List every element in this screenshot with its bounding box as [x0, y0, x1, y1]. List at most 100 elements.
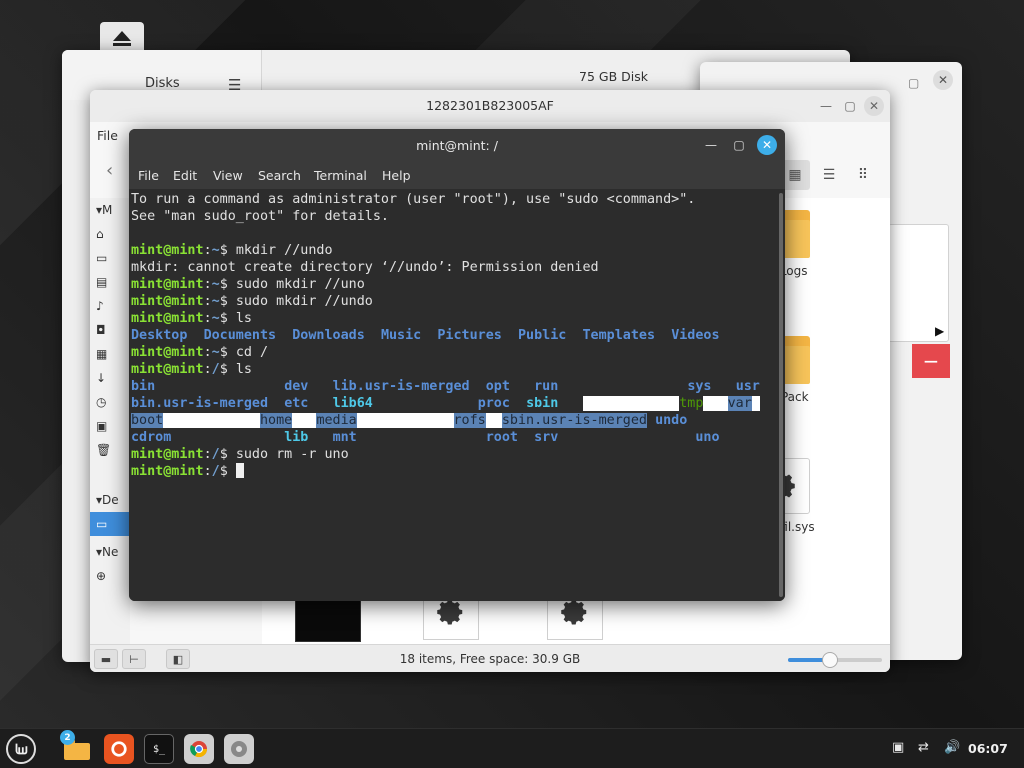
- ls-entry: Pictures: [437, 328, 502, 343]
- terminal-line-root-ls-2: bin.usr-is-merged etc lib64 proc sbin tm…: [131, 395, 777, 412]
- ls-entry: uno: [695, 430, 720, 445]
- recent-icon[interactable]: ◷: [90, 390, 130, 414]
- taskbar: $_ ▣ ⇄ 🔊 06:07: [0, 728, 1024, 768]
- pictures-icon[interactable]: ◘: [90, 318, 130, 342]
- terminal-line-root-ls-4: cdrom lib mnt root srv uno: [131, 429, 777, 446]
- ls-entry: lib.usr-is-merged: [332, 379, 470, 394]
- ls-entry: dev: [284, 379, 309, 394]
- terminal-title: mint@mint: /: [416, 138, 498, 153]
- terminal-line: mint@mint:/$ sudo rm -r uno: [131, 447, 349, 462]
- ls-entry: srv: [534, 430, 559, 445]
- menu-search[interactable]: Search: [258, 168, 301, 183]
- ls-entry: bin.usr-is-merged: [131, 396, 269, 411]
- terminal-line: See "man sudo_root" for details.: [131, 209, 389, 224]
- ls-entry: Videos: [671, 328, 720, 343]
- menu-file[interactable]: File: [138, 168, 159, 183]
- compact-view-icon[interactable]: ⠿: [848, 160, 878, 190]
- terminal-line: mint@mint:~$ ls: [131, 311, 252, 326]
- disks-main-title: 75 GB Disk: [579, 69, 648, 84]
- ls-entry: tmp: [679, 396, 704, 411]
- prompt-user: mint@mint: [131, 311, 204, 326]
- ls-entry: Music: [380, 328, 422, 343]
- mint-menu-icon[interactable]: [6, 734, 36, 764]
- minimize-icon[interactable]: ▢: [908, 76, 919, 90]
- ls-entry: Public: [518, 328, 567, 343]
- terminal-output[interactable]: To run a command as administrator (user …: [129, 189, 777, 601]
- maximize-icon[interactable]: ▢: [840, 96, 860, 116]
- close-icon[interactable]: ✕: [864, 96, 884, 116]
- prompt-user: mint@mint: [131, 277, 204, 292]
- downloads-icon[interactable]: ↓: [90, 366, 130, 390]
- music-icon[interactable]: ♪: [90, 294, 130, 318]
- remove-button[interactable]: −: [912, 344, 950, 378]
- sidebar-section-devices[interactable]: ▾ De: [90, 488, 130, 512]
- ls-entry: lib64: [332, 396, 373, 411]
- terminal-line: mint@mint:~$ sudo mkdir //uno: [131, 277, 365, 292]
- terminal-titlebar: mint@mint: / — ▢ ✕: [129, 129, 785, 161]
- minimize-icon[interactable]: —: [701, 135, 721, 155]
- ls-entry: home: [260, 413, 293, 428]
- chrome-icon[interactable]: [184, 734, 214, 764]
- back-arrow-icon[interactable]: ‹: [106, 160, 113, 181]
- command-text: cd /: [235, 345, 269, 360]
- desktop-icon[interactable]: ▭: [90, 246, 130, 270]
- ls-entry: run: [534, 379, 559, 394]
- menu-edit[interactable]: Edit: [173, 168, 197, 183]
- trash-icon[interactable]: 🗑: [90, 438, 130, 462]
- clock[interactable]: 06:07: [968, 741, 1008, 756]
- menu-view[interactable]: View: [213, 168, 243, 183]
- ls-entry: undo: [655, 413, 688, 428]
- status-text: 18 items, Free space: 30.9 GB: [399, 652, 581, 666]
- menu-terminal[interactable]: Terminal: [314, 168, 367, 183]
- ls-entry: sbin.usr-is-merged: [501, 413, 647, 428]
- terminal-line: mint@mint:/$ ls: [131, 362, 252, 377]
- zoom-slider[interactable]: [788, 652, 882, 668]
- terminal-line: mint@mint:~$ cd /: [131, 345, 269, 360]
- home-icon[interactable]: ⌂: [90, 222, 130, 246]
- prompt-user: mint@mint: [131, 243, 204, 258]
- close-icon[interactable]: ✕: [933, 70, 953, 90]
- volume-icon[interactable]: 🔊: [944, 740, 960, 755]
- ls-entry: cdrom: [131, 430, 172, 445]
- ls-entry: usr: [735, 379, 760, 394]
- menu-help[interactable]: Help: [382, 168, 411, 183]
- ls-entry: rofs: [453, 413, 486, 428]
- file-manager-title: 1282301B823005AF: [426, 98, 554, 113]
- sidebar-section-label: De: [102, 493, 119, 507]
- minimize-icon[interactable]: —: [816, 96, 836, 116]
- network-icon[interactable]: ⊕: [90, 564, 130, 588]
- terminal-app-icon[interactable]: $_: [144, 734, 174, 764]
- ls-entry: media: [316, 413, 357, 428]
- terminal-scrollbar[interactable]: [777, 189, 785, 601]
- command-text: ls: [235, 362, 252, 377]
- play-arrow-icon[interactable]: ▶: [935, 324, 944, 338]
- terminal-line-root-ls-3: boot home media rofs sbin.usr-is-merged …: [131, 412, 777, 429]
- network-icon[interactable]: ⇄: [918, 740, 929, 755]
- documents-icon[interactable]: ▤: [90, 270, 130, 294]
- filesystem-icon[interactable]: ▣: [90, 414, 130, 438]
- clipboard-icon[interactable]: ▣: [892, 740, 904, 755]
- command-text: sudo mkdir //uno: [235, 277, 365, 292]
- sidebar-item-device-selected[interactable]: ▭: [90, 512, 130, 536]
- sidebar-section-my-computer[interactable]: ▾ M: [90, 198, 130, 222]
- command-text: mkdir //undo: [235, 243, 333, 258]
- ls-entry: Desktop: [131, 328, 188, 343]
- sidebar-section-network[interactable]: ▾ Ne: [90, 540, 130, 564]
- view-toggle-group: ▦ ☰ ⠿: [780, 160, 880, 190]
- disks-app-icon[interactable]: [224, 734, 254, 764]
- maximize-icon[interactable]: ▢: [729, 135, 749, 155]
- close-icon[interactable]: ✕: [757, 135, 777, 155]
- ls-entry: var: [727, 396, 752, 411]
- terminal-line: mkdir: cannot create directory ‘//undo’:…: [131, 260, 599, 275]
- list-view-icon[interactable]: ☰: [814, 160, 844, 190]
- ls-entry: proc: [477, 396, 510, 411]
- prompt-user: mint@mint: [131, 362, 204, 377]
- terminal-line-home-ls: Desktop Documents Downloads Music Pictur…: [131, 327, 777, 344]
- ls-entry: Documents: [203, 328, 277, 343]
- ls-entry: Templates: [582, 328, 656, 343]
- scrollbar-thumb[interactable]: [779, 193, 783, 597]
- menu-file[interactable]: File: [97, 128, 118, 143]
- videos-icon[interactable]: ▦: [90, 342, 130, 366]
- firefox-icon[interactable]: [104, 734, 134, 764]
